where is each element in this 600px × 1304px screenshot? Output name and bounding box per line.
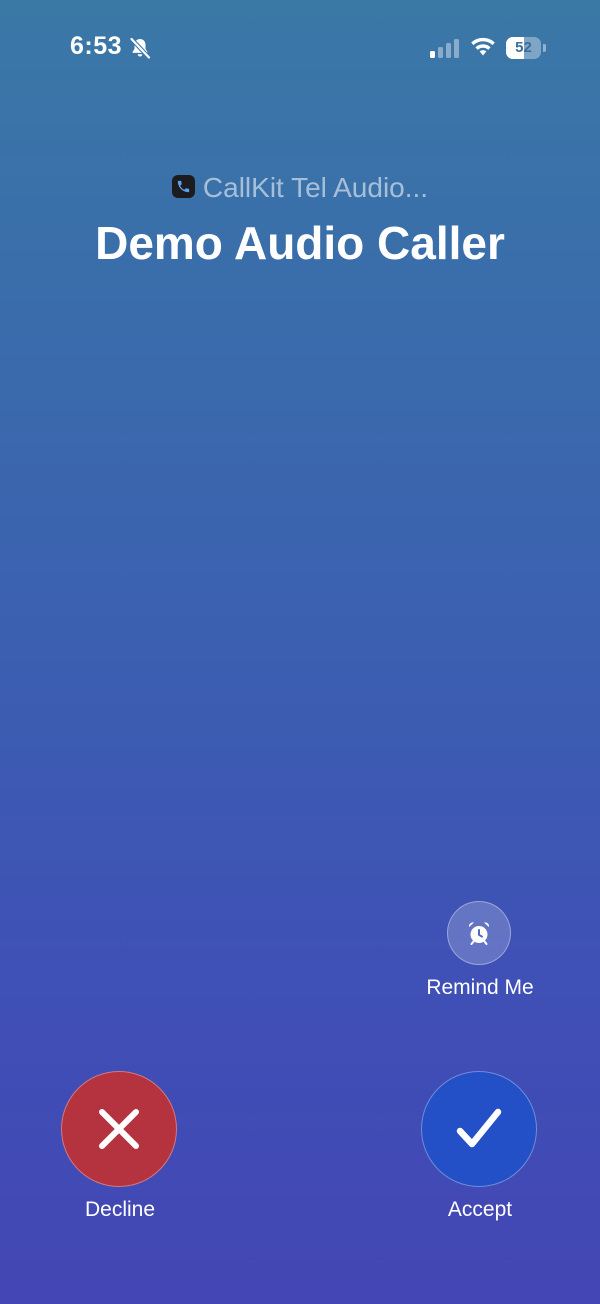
battery-cap [543,44,546,52]
status-time: 6:53 [70,32,123,60]
battery-icon: 52 [506,37,546,59]
app-line: CallKit Tel Audio... [0,172,600,204]
wifi-icon [470,36,496,58]
remind-me-control[interactable]: Remind Me [400,900,560,1010]
accept-control[interactable]: Accept [400,1070,560,1230]
decline-label: Decline [84,1198,156,1221]
accept-label: Accept [447,1198,513,1221]
accept-button[interactable] [421,1071,537,1187]
app-name: CallKit Tel Audio... [202,172,429,203]
remind-me-button[interactable] [447,901,511,965]
decline-control[interactable]: Decline [40,1070,200,1230]
status-bar: 6:53 52 [0,0,600,96]
decline-button[interactable] [61,1071,177,1187]
battery-body: 52 [506,37,541,59]
battery-level: 52 [515,39,532,56]
remind-me-label: Remind Me [426,976,534,999]
signal-icon [430,38,460,58]
caller-name: Demo Audio Caller [95,217,505,269]
bell-slash-icon [128,36,152,60]
phone-app-icon [171,175,195,199]
